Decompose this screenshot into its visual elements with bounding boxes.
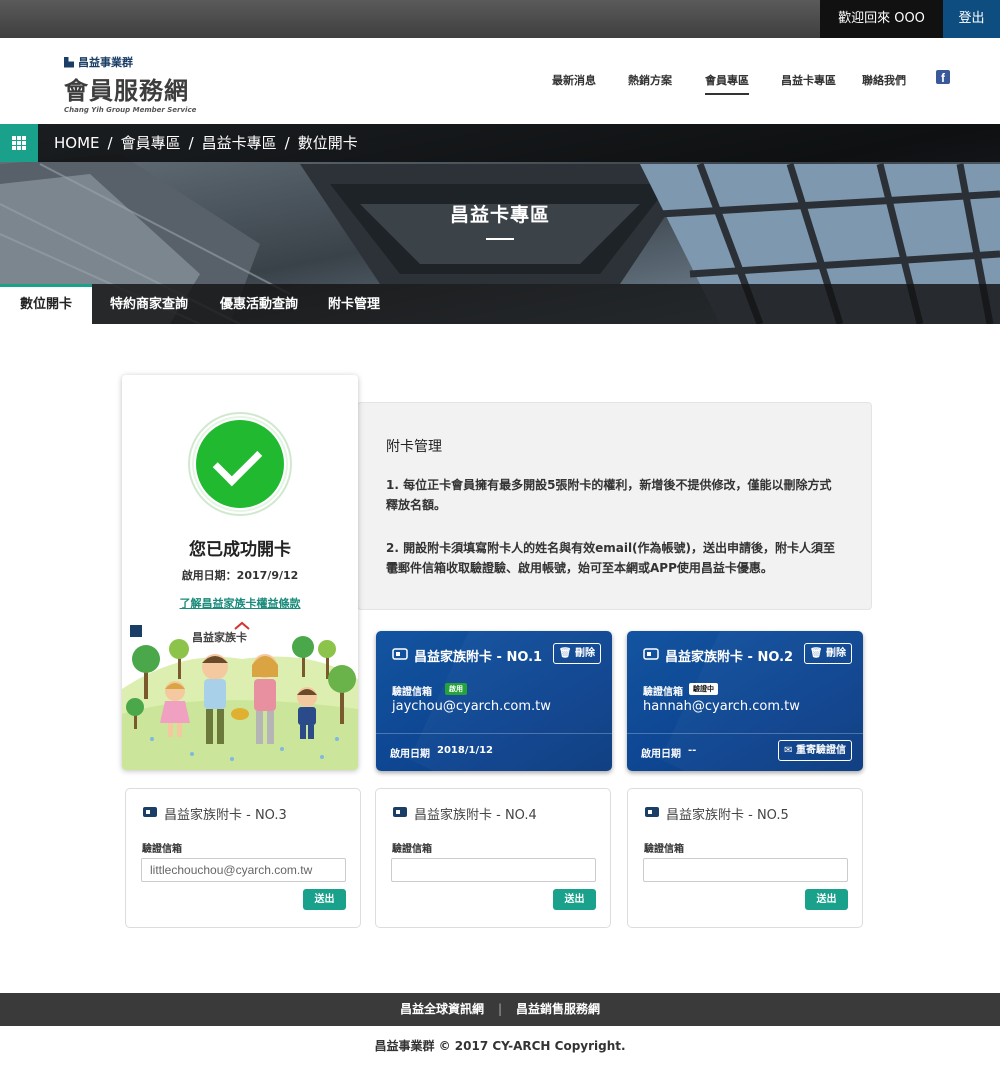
mail-icon: ✉ xyxy=(784,745,793,756)
breadcrumb-current: 數位開卡 xyxy=(297,134,358,152)
logo-mark-icon xyxy=(64,56,74,68)
delete-label: 刪除 xyxy=(826,648,846,659)
verify-email-label: 驗證信箱 xyxy=(142,844,182,855)
supplementary-card-3: 昌益家族附卡 - NO.3 驗證信箱 送出 xyxy=(125,788,361,928)
activation-date-label: 啟用日期 xyxy=(390,749,430,760)
email-field[interactable] xyxy=(643,858,848,882)
breadcrumb-card-zone[interactable]: 昌益卡專區 xyxy=(202,134,277,152)
info-title: 附卡管理 xyxy=(386,439,442,455)
hero-title: 昌益卡專區 xyxy=(449,204,550,226)
logo-subtitle: Chang Yih Group Member Service xyxy=(64,106,197,114)
site-header: 昌益事業群 會員服務網 Chang Yih Group Member Servi… xyxy=(0,38,1000,124)
card-email: hannah@cyarch.com.tw xyxy=(643,699,800,714)
email-field[interactable] xyxy=(391,858,596,882)
nav-item-news[interactable]: 最新消息 xyxy=(552,72,596,88)
status-badge-pending: 驗證中 xyxy=(689,683,718,695)
success-heading: 您已成功開卡 xyxy=(189,540,291,560)
submit-button[interactable]: 送出 xyxy=(303,889,346,910)
verify-email-label: 驗證信箱 xyxy=(644,844,684,855)
delete-card-button[interactable]: 🗑 刪除 xyxy=(552,643,601,664)
card-title: 昌益家族附卡 - NO.5 xyxy=(666,808,789,823)
breadcrumb-separator: / xyxy=(188,134,194,152)
grid-menu-icon[interactable] xyxy=(0,124,38,162)
info-paragraph-1-line-1: 1. 每位正卡會員擁有最多開設5張附卡的權利，新增後不提供修改，僅能以刪除方式 xyxy=(386,478,832,492)
supplementary-card-1: 昌益家族附卡 - NO.1 🗑 刪除 驗證信箱 啟用 jaychou@cyarc… xyxy=(376,631,612,771)
nav-item-contact[interactable]: 聯絡我們 xyxy=(862,72,906,88)
checkmark-icon xyxy=(196,420,284,508)
tab-promotions[interactable]: 優惠活動查詢 xyxy=(220,284,298,324)
card-title: 昌益家族附卡 - NO.3 xyxy=(164,808,287,823)
delete-card-button[interactable]: 🗑 刪除 xyxy=(803,643,852,664)
supplementary-card-info-panel: 附卡管理 1. 每位正卡會員擁有最多開設5張附卡的權利，新增後不提供修改，僅能以… xyxy=(357,402,872,610)
card-title: 昌益家族附卡 - NO.4 xyxy=(414,808,537,823)
footer-separator: | xyxy=(497,1002,503,1016)
breadcrumb-bar: HOME / 會員專區 / 昌益卡專區 / 數位開卡 xyxy=(0,124,1000,162)
footer-link-global[interactable]: 昌益全球資訊網 xyxy=(400,1002,484,1016)
resend-verification-button[interactable]: ✉ 重寄驗證信 xyxy=(778,740,852,761)
tab-partner-merchants[interactable]: 特約商家查詢 xyxy=(110,284,188,324)
supplementary-card-2: 昌益家族附卡 - NO.2 🗑 刪除 驗證信箱 驗證中 hannah@cyarc… xyxy=(627,631,863,771)
copyright: 昌益事業群 © 2017 CY-ARCH Copyright. xyxy=(0,1026,1000,1067)
verify-email-label: 驗證信箱 xyxy=(643,687,683,698)
activation-date-label: 啟用日期 xyxy=(641,749,681,760)
family-card-illustration: 昌益家族卡 xyxy=(122,621,358,770)
nav-item-hot-plans[interactable]: 熱銷方案 xyxy=(628,72,672,88)
activation-success-card: 您已成功開卡 啟用日期：2017/9/12 了解昌益家族卡權益條款 昌益家族卡 xyxy=(122,375,358,770)
family-card-icon xyxy=(392,648,408,660)
family-card-icon xyxy=(645,807,659,817)
tab-digital-activation[interactable]: 數位開卡 xyxy=(0,284,92,324)
submit-button[interactable]: 送出 xyxy=(805,889,848,910)
breadcrumb: HOME / 會員專區 / 昌益卡專區 / 數位開卡 xyxy=(54,124,358,162)
tab-supplementary-cards[interactable]: 附卡管理 xyxy=(328,284,380,324)
top-bar: 歡迎回來 OOO 登出 xyxy=(0,0,1000,38)
welcome-text: 歡迎回來 OOO xyxy=(820,0,943,38)
activation-date-value: 2018/1/12 xyxy=(437,745,494,756)
facebook-icon[interactable]: f xyxy=(936,70,950,85)
card-email: jaychou@cyarch.com.tw xyxy=(392,699,551,714)
activation-date: 啟用日期：2017/9/12 xyxy=(181,569,299,582)
logo-group-text: 昌益事業群 xyxy=(78,56,133,69)
status-badge-active: 啟用 xyxy=(445,683,467,695)
family-card-icon xyxy=(393,807,407,817)
family-card-icon xyxy=(643,648,659,660)
nav-item-card-zone[interactable]: 昌益卡專區 xyxy=(781,72,836,88)
submit-button[interactable]: 送出 xyxy=(553,889,596,910)
email-field[interactable] xyxy=(141,858,346,882)
breadcrumb-separator: / xyxy=(107,134,113,152)
footer-links: 昌益全球資訊網 | 昌益銷售服務網 xyxy=(0,993,1000,1026)
trash-icon: 🗑 xyxy=(558,648,572,659)
card-title: 昌益家族附卡 - NO.2 xyxy=(665,650,794,665)
breadcrumb-home[interactable]: HOME xyxy=(54,134,100,152)
nav-item-member-zone[interactable]: 會員專區 xyxy=(705,72,749,95)
card-divider xyxy=(627,733,863,734)
sub-tabs: 數位開卡 特約商家查詢 優惠活動查詢 附卡管理 xyxy=(0,284,1000,324)
card-title: 昌益家族附卡 - NO.1 xyxy=(414,650,543,665)
logo-title: 會員服務網 xyxy=(64,77,189,105)
site-logo[interactable]: 昌益事業群 會員服務網 Chang Yih Group Member Servi… xyxy=(64,54,196,114)
illustration-title: 昌益家族卡 xyxy=(192,630,247,644)
footer-link-sales[interactable]: 昌益銷售服務網 xyxy=(516,1002,600,1016)
trash-icon: 🗑 xyxy=(809,648,823,659)
verify-email-label: 驗證信箱 xyxy=(392,687,432,698)
info-paragraph-2-line-2: 子郵件信箱收取驗證驗、啟用帳號，始可至本網或APP使用昌益卡優惠。 xyxy=(386,561,773,575)
info-paragraph-1-line-2: 釋放名額。 xyxy=(386,498,447,512)
resend-label: 重寄驗證信 xyxy=(796,745,846,756)
supplementary-card-5: 昌益家族附卡 - NO.5 驗證信箱 送出 xyxy=(627,788,863,928)
supplementary-card-4: 昌益家族附卡 - NO.4 驗證信箱 送出 xyxy=(375,788,611,928)
terms-link[interactable]: 了解昌益家族卡權益條款 xyxy=(122,595,358,611)
hero-banner: HOME / 會員專區 / 昌益卡專區 / 數位開卡 昌益卡專區 數位開卡 特約商家查詢 優… xyxy=(0,124,1000,324)
delete-label: 刪除 xyxy=(575,648,595,659)
breadcrumb-member-zone[interactable]: 會員專區 xyxy=(121,134,181,152)
activation-date-value: -- xyxy=(688,745,697,756)
logo-group: 昌益事業群 xyxy=(64,54,196,70)
card-divider xyxy=(376,733,612,734)
breadcrumb-separator: / xyxy=(284,134,290,152)
verify-email-label: 驗證信箱 xyxy=(392,844,432,855)
logout-button[interactable]: 登出 xyxy=(943,0,1000,38)
family-card-icon xyxy=(143,807,157,817)
hero-title-underline xyxy=(486,238,514,240)
